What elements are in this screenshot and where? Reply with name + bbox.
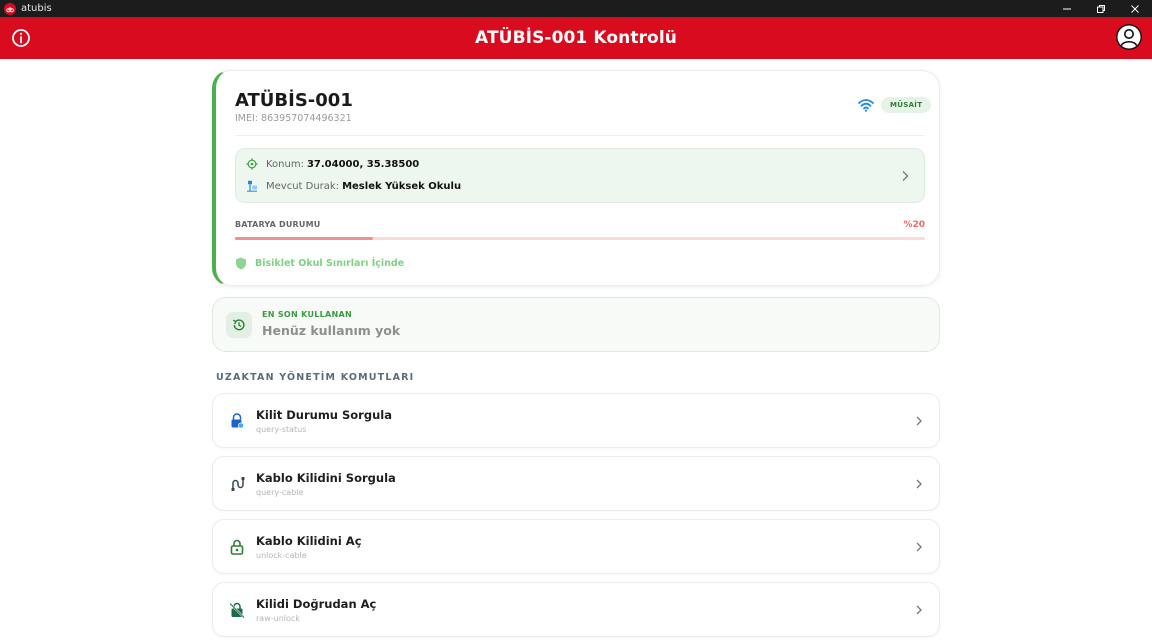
window-titlebar: atubis bbox=[0, 0, 1152, 17]
chevron-right-icon bbox=[902, 171, 909, 181]
battery-progress-bar bbox=[235, 237, 925, 240]
history-icon-box bbox=[226, 312, 252, 338]
location-label: Konum: bbox=[266, 158, 304, 170]
close-icon bbox=[1131, 4, 1139, 13]
profile-icon[interactable] bbox=[1116, 24, 1142, 50]
command-code: unlock-cable bbox=[256, 551, 307, 560]
command-unlock-cable[interactable]: Kablo Kilidini Aç unlock-cable bbox=[212, 519, 940, 574]
gps-target-icon bbox=[246, 158, 258, 170]
command-label: Kablo Kilidini Sorgula bbox=[256, 471, 396, 485]
divider bbox=[235, 135, 925, 136]
boundary-status: Bisiklet Okul Sınırları İçinde bbox=[235, 257, 404, 270]
command-query-status[interactable]: Kilit Durumu Sorgula query-status bbox=[212, 393, 940, 448]
window-app-name: atubis bbox=[21, 3, 52, 14]
command-code: query-status bbox=[256, 425, 307, 434]
shield-icon bbox=[236, 257, 246, 270]
stop-value: Meslek Yüksek Okulu bbox=[342, 180, 462, 192]
chevron-right-icon bbox=[916, 479, 922, 489]
minimize-button[interactable] bbox=[1050, 0, 1084, 17]
device-imei: IMEI: 863957074496321 bbox=[235, 113, 352, 124]
app-logo-icon bbox=[4, 2, 16, 15]
info-icon[interactable] bbox=[11, 28, 31, 48]
last-user-value: Henüz kullanım yok bbox=[262, 323, 401, 338]
battery-progress-fill bbox=[235, 237, 373, 240]
last-user-label: EN SON KULLANAN bbox=[262, 310, 353, 319]
location-row: Konum: 37.04000, 35.38500 bbox=[246, 158, 419, 170]
command-label: Kilidi Doğrudan Aç bbox=[256, 597, 377, 611]
command-raw-unlock[interactable]: Kilidi Doğrudan Aç raw-unlock bbox=[212, 582, 940, 637]
chevron-right-icon bbox=[916, 605, 922, 615]
device-name: ATÜBİS-001 bbox=[235, 90, 353, 111]
location-panel[interactable]: Konum: 37.04000, 35.38500 Mevcut Durak: … bbox=[235, 148, 925, 203]
unlock-icon bbox=[230, 539, 244, 555]
battery-label: BATARYA DURUMU bbox=[235, 220, 321, 229]
restore-button[interactable] bbox=[1084, 0, 1118, 17]
command-label: Kablo Kilidini Aç bbox=[256, 534, 362, 548]
history-icon bbox=[232, 319, 245, 331]
command-label: Kilit Durumu Sorgula bbox=[256, 408, 392, 422]
last-user-card: EN SON KULLANAN Henüz kullanım yok bbox=[212, 297, 940, 352]
stop-row: Mevcut Durak: Meslek Yüksek Okulu bbox=[246, 180, 461, 192]
app-header: ATÜBİS-001 Kontrolü bbox=[0, 17, 1152, 59]
cable-icon bbox=[231, 477, 245, 491]
bus-stop-icon bbox=[247, 180, 257, 192]
device-card: ATÜBİS-001 IMEI: 863957074496321 MÜSAİT … bbox=[212, 70, 940, 286]
status-badge: MÜSAİT bbox=[881, 97, 932, 113]
main-content: ATÜBİS-001 IMEI: 863957074496321 MÜSAİT … bbox=[212, 70, 940, 637]
page-title: ATÜBİS-001 Kontrolü bbox=[475, 28, 677, 48]
stop-label: Mevcut Durak: bbox=[266, 180, 340, 192]
boundary-text: Bisiklet Okul Sınırları İçinde bbox=[255, 258, 405, 269]
close-window-button[interactable] bbox=[1118, 0, 1152, 17]
chevron-right-icon bbox=[916, 542, 922, 552]
lock-status-icon bbox=[231, 413, 244, 429]
no-lock-icon bbox=[229, 602, 245, 618]
command-query-cable[interactable]: Kablo Kilidini Sorgula query-cable bbox=[212, 456, 940, 511]
minimize-icon bbox=[1063, 8, 1071, 9]
command-code: query-cable bbox=[256, 488, 304, 497]
chevron-right-icon bbox=[916, 416, 922, 426]
battery-percentage: %20 bbox=[903, 220, 925, 230]
location-value: 37.04000, 35.38500 bbox=[306, 158, 420, 170]
restore-icon bbox=[1097, 4, 1105, 13]
commands-section-title: UZAKTAN YÖNETİM KOMUTLARI bbox=[216, 372, 415, 383]
command-code: raw-unlock bbox=[256, 614, 300, 623]
wifi-icon bbox=[858, 99, 874, 112]
